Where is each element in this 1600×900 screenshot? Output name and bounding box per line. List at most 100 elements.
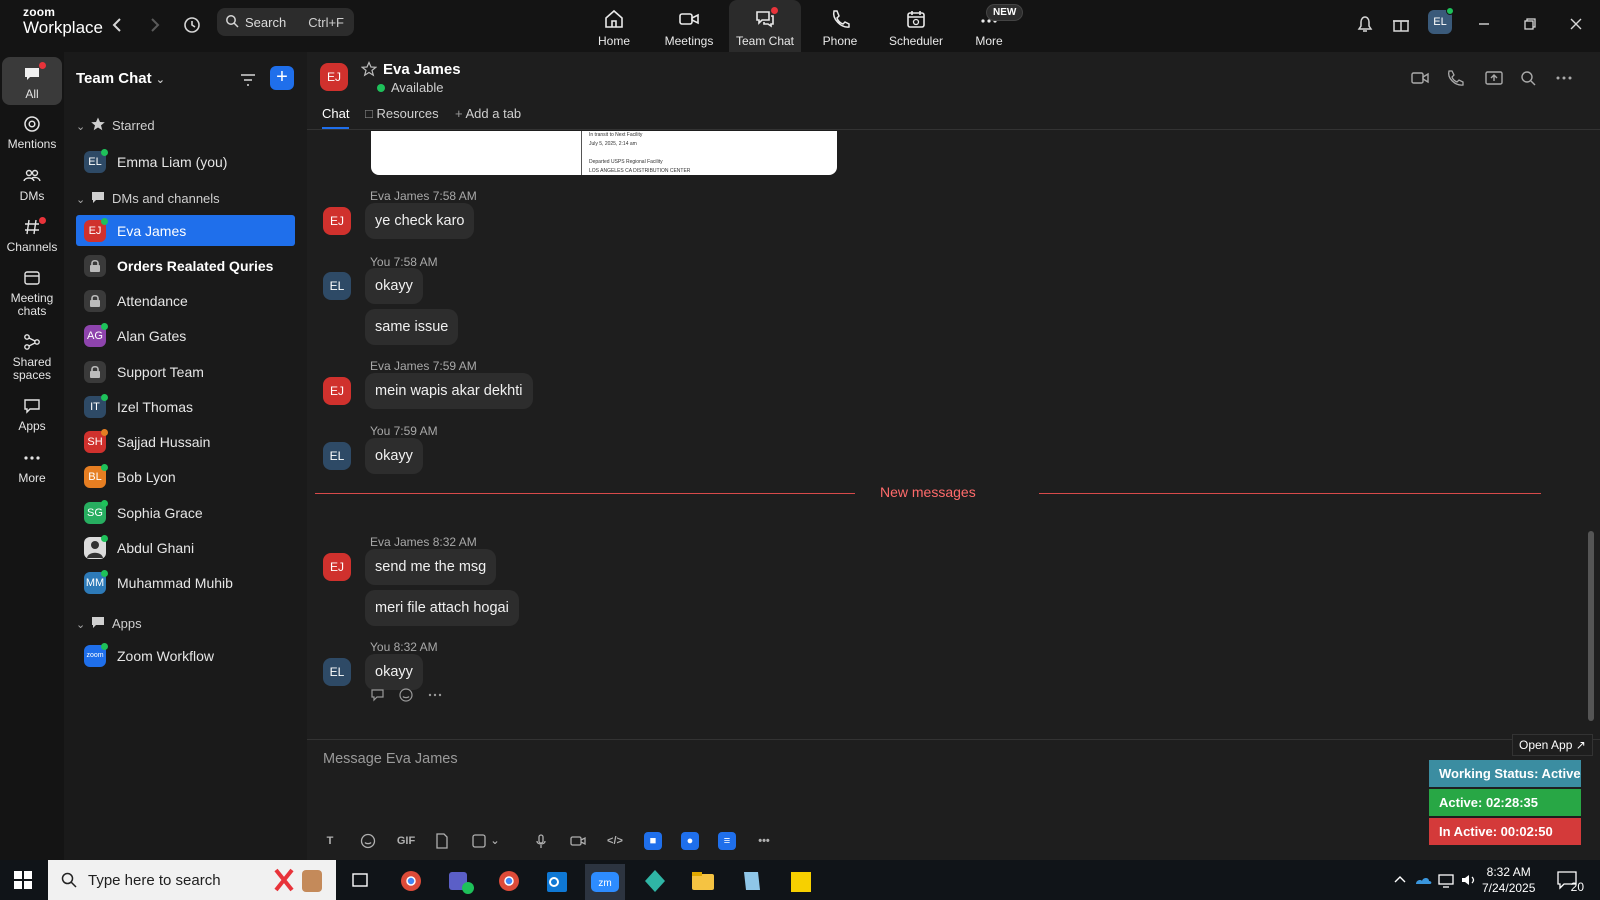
message-bubble[interactable]: okayy [365, 654, 423, 690]
nav-phone[interactable]: Phone [804, 0, 876, 52]
sidebar-item-muhammad-muhib[interactable]: MM Muhammad Muhib [76, 567, 295, 598]
star-icon[interactable] [361, 61, 377, 77]
sidebar-item-abdul-ghani[interactable]: Abdul Ghani [76, 532, 295, 563]
avatar[interactable]: EL [323, 442, 351, 470]
forward-arrow-icon[interactable] [142, 13, 166, 37]
image-attachment[interactable]: In transit to Next Facility July 5, 2025… [371, 131, 837, 175]
open-app-button[interactable]: Open App ↗ [1512, 734, 1593, 756]
nav-meetings[interactable]: Meetings [653, 0, 725, 52]
rail-all[interactable]: All [2, 57, 62, 105]
windows-start-icon[interactable] [14, 871, 32, 889]
sidebar-item-support-team[interactable]: Support Team [76, 356, 295, 387]
contact-avatar[interactable]: EJ [320, 63, 348, 91]
add-button[interactable]: + [270, 66, 294, 90]
avatar[interactable]: EJ [323, 377, 351, 405]
app-icon-zoom[interactable]: ● [681, 832, 699, 850]
nav-home[interactable]: Home [578, 0, 650, 52]
section-dms-channels[interactable]: ⌄ DMs and channels [76, 189, 220, 206]
gift-icon[interactable] [1389, 12, 1413, 36]
teams-icon[interactable] [440, 864, 480, 900]
volume-icon[interactable] [1459, 870, 1479, 890]
zoom-taskbar-icon[interactable]: zm [585, 864, 625, 900]
contact-name[interactable]: Eva James [383, 61, 461, 78]
search-box[interactable]: Search Ctrl+F [217, 8, 354, 36]
search-icon[interactable] [1518, 68, 1538, 88]
message-input[interactable]: Message Eva James [323, 751, 458, 767]
message-bubble[interactable]: okayy [365, 268, 423, 304]
chrome-profile-icon[interactable] [489, 864, 529, 900]
network-icon[interactable] [1436, 870, 1456, 890]
close-icon[interactable] [1564, 12, 1588, 36]
file-icon[interactable] [433, 832, 451, 850]
filter-icon[interactable] [238, 70, 258, 90]
more-dots-icon[interactable] [1554, 68, 1574, 88]
file-explorer-icon[interactable] [683, 864, 723, 900]
chrome-icon[interactable] [391, 864, 431, 900]
share-screen-icon[interactable] [1484, 68, 1504, 88]
message-bubble[interactable]: okayy [365, 438, 423, 474]
chevron-down-icon[interactable]: ⌄ [489, 832, 501, 850]
tab-resources[interactable]: □ Resources [365, 106, 439, 121]
nav-scheduler[interactable]: Scheduler [880, 0, 952, 52]
sidebar-item-alan-gates[interactable]: AG Alan Gates [76, 320, 295, 351]
reply-icon[interactable] [370, 687, 386, 703]
message-bubble[interactable]: meri file attach hogai [365, 590, 519, 626]
sidebar-item-eva-james[interactable]: EJ Eva James [76, 215, 295, 246]
video-message-icon[interactable] [569, 832, 587, 850]
tab-chat[interactable]: Chat [322, 106, 350, 129]
sidebar-item-bob-lyon[interactable]: BL Bob Lyon [76, 461, 295, 492]
rail-meeting-chats[interactable]: Meeting chats [2, 268, 62, 328]
outlook-icon[interactable] [538, 864, 578, 900]
app-icon-diamond[interactable] [635, 864, 675, 900]
tab-add[interactable]: + Add a tab [455, 106, 521, 121]
screenshot-icon[interactable] [470, 832, 488, 850]
gif-icon[interactable]: GIF [395, 832, 417, 850]
rail-dms[interactable]: DMs [2, 166, 62, 214]
section-apps[interactable]: ⌄ Apps [76, 614, 142, 631]
history-icon[interactable] [180, 13, 204, 37]
sidebar-item-sophia-grace[interactable]: SG Sophia Grace [76, 497, 295, 528]
restore-icon[interactable] [1518, 12, 1542, 36]
rail-shared-spaces[interactable]: Shared spaces [2, 332, 62, 392]
microphone-icon[interactable] [532, 832, 550, 850]
phone-icon[interactable] [1445, 68, 1465, 88]
notification-center[interactable]: 20 [1556, 870, 1584, 894]
app-icon-chat[interactable]: ■ [644, 832, 662, 850]
back-arrow-icon[interactable] [106, 13, 130, 37]
avatar[interactable]: EJ [323, 207, 351, 235]
sidebar-item-sajjad-hussain[interactable]: SH Sajjad Hussain [76, 426, 295, 457]
bell-icon[interactable] [1353, 12, 1377, 36]
rail-apps[interactable]: Apps [2, 396, 62, 444]
section-starred[interactable]: ⌄ Starred [76, 116, 155, 133]
avatar[interactable]: EL [323, 272, 351, 300]
avatar[interactable]: EJ [323, 553, 351, 581]
rail-channels[interactable]: Channels [2, 217, 62, 265]
code-icon[interactable]: </> [606, 832, 624, 850]
message-bubble[interactable]: ye check karo [365, 203, 475, 239]
sidebar-item-izel-thomas[interactable]: IT Izel Thomas [76, 391, 295, 422]
app-icon-docs[interactable]: ≡ [718, 832, 736, 850]
scrollbar[interactable] [1588, 131, 1594, 731]
system-clock[interactable]: 8:32 AM 7/24/2025 [1482, 864, 1535, 896]
message-bubble[interactable]: send me the msg [365, 549, 497, 585]
message-bubble[interactable]: mein wapis akar dekhti [365, 373, 533, 409]
scrollbar-thumb[interactable] [1588, 531, 1594, 721]
rail-mentions[interactable]: Mentions [2, 114, 62, 162]
format-text-icon[interactable]: T [321, 832, 339, 850]
nav-team-chat[interactable]: Team Chat [729, 0, 801, 52]
emoji-icon[interactable] [359, 832, 377, 850]
more-dots-icon[interactable]: ••• [755, 832, 773, 850]
sidebar-item-zoom-workflow[interactable]: zoom Zoom Workflow [76, 640, 295, 671]
sidebar-item-orders[interactable]: Orders Realated Quries [76, 250, 295, 281]
message-bubble[interactable]: same issue [365, 309, 459, 345]
emoji-icon[interactable] [398, 687, 414, 703]
sidebar-title[interactable]: Team Chat ⌄ [76, 70, 165, 87]
onedrive-icon[interactable] [1413, 870, 1433, 890]
task-view-icon[interactable] [340, 864, 380, 900]
rail-more[interactable]: More [2, 448, 62, 496]
notepad-icon[interactable] [732, 864, 772, 900]
minimize-icon[interactable] [1472, 12, 1496, 36]
sticky-notes-icon[interactable] [781, 864, 821, 900]
video-camera-icon[interactable] [1410, 68, 1430, 88]
avatar[interactable]: EL [323, 658, 351, 686]
